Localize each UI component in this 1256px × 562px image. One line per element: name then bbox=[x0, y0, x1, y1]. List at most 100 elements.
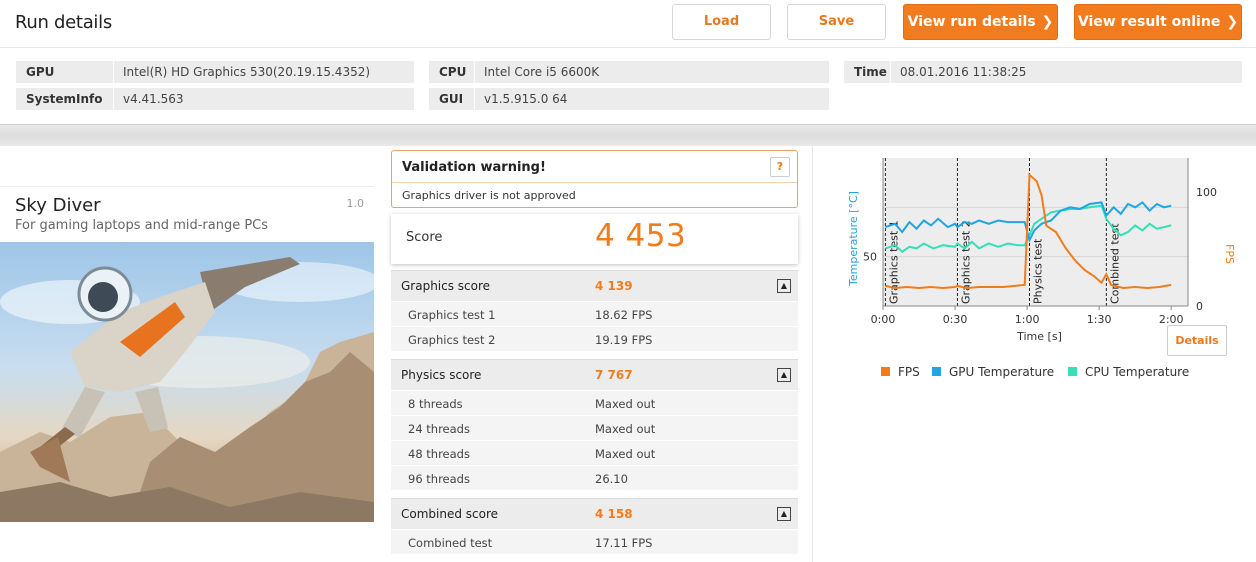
row-label: 8 threads bbox=[408, 397, 463, 411]
total-score-box: Score 4 453 bbox=[391, 214, 798, 264]
legend-item-fps: FPS bbox=[881, 365, 920, 379]
graphics-score-value: 4 139 bbox=[595, 279, 633, 293]
table-row: Combined test 17.11 FPS bbox=[391, 529, 798, 554]
cpu-value: Intel Core i5 6600K bbox=[484, 65, 600, 79]
row-value: 18.62 FPS bbox=[595, 308, 653, 322]
benchmark-panel: Sky Diver For gaming laptops and mid-ran… bbox=[0, 146, 390, 562]
table-row: 24 threads Maxed out bbox=[391, 415, 798, 440]
gui-info: GUI v1.5.915.0 64 bbox=[429, 88, 829, 110]
gpu-info: GPU Intel(R) HD Graphics 530(20.19.15.43… bbox=[16, 61, 414, 83]
x-tick-label: 0:30 bbox=[943, 313, 968, 326]
legend-item-gpu: GPU Temperature bbox=[932, 365, 1054, 379]
table-row: Graphics test 2 19.19 FPS bbox=[391, 326, 798, 351]
legend-label: CPU Temperature bbox=[1085, 365, 1190, 379]
view-result-online-label: View result online bbox=[1077, 14, 1221, 30]
table-row: 96 threads 26.10 bbox=[391, 465, 798, 490]
row-label: 96 threads bbox=[408, 472, 470, 486]
collapse-toggle-icon[interactable]: ▲ bbox=[777, 368, 791, 382]
row-value: 19.19 FPS bbox=[595, 333, 653, 347]
help-button[interactable]: ? bbox=[770, 157, 790, 177]
benchmark-image bbox=[0, 242, 374, 522]
time-info: Time 08.01.2016 11:38:25 bbox=[844, 61, 1242, 83]
system-info-strip: GPU Intel(R) HD Graphics 530(20.19.15.43… bbox=[0, 48, 1256, 124]
gui-key: GUI bbox=[439, 92, 464, 106]
physics-score-header: Physics score 7 767 ▲ bbox=[391, 359, 798, 390]
x-tick-label: 1:30 bbox=[1087, 313, 1112, 326]
view-run-details-button[interactable]: View run details ❯ bbox=[903, 4, 1058, 40]
results-panel: Validation warning! ? Graphics driver is… bbox=[390, 146, 800, 562]
load-button[interactable]: Load bbox=[672, 4, 771, 40]
header-bar: Run details Load Save View run details ❯ … bbox=[0, 0, 1256, 48]
benchmark-version: 1.0 bbox=[346, 197, 365, 210]
collapse-toggle-icon[interactable]: ▲ bbox=[777, 279, 791, 293]
row-label: Graphics test 1 bbox=[408, 308, 496, 322]
row-label: 24 threads bbox=[408, 422, 470, 436]
score-value: 4 453 bbox=[595, 218, 687, 254]
legend-label: GPU Temperature bbox=[949, 365, 1055, 379]
gpu-value: Intel(R) HD Graphics 530(20.19.15.4352) bbox=[123, 65, 371, 79]
cpu-key: CPU bbox=[439, 65, 467, 79]
gpu-key: GPU bbox=[26, 65, 55, 79]
combined-score-header: Combined score 4 158 ▲ bbox=[391, 498, 798, 529]
section-label: Graphics test 2 bbox=[959, 220, 972, 304]
fps-swatch bbox=[881, 367, 890, 376]
physics-score-label: Physics score bbox=[401, 368, 482, 382]
gui-value: v1.5.915.0 64 bbox=[484, 92, 568, 106]
sky-diver-illustration bbox=[0, 257, 374, 522]
y2-tick-label: 100 bbox=[1196, 186, 1217, 199]
row-label: Combined test bbox=[408, 536, 493, 550]
combined-score-section: Combined score 4 158 ▲ Combined test 17.… bbox=[391, 498, 798, 554]
graphics-score-header: Graphics score 4 139 ▲ bbox=[391, 270, 798, 301]
physics-score-section: Physics score 7 767 ▲ 8 threads Maxed ou… bbox=[391, 359, 798, 490]
time-value: 08.01.2016 11:38:25 bbox=[900, 65, 1027, 79]
table-row: 48 threads Maxed out bbox=[391, 440, 798, 465]
cpu-swatch bbox=[1068, 367, 1077, 376]
validation-warning: Validation warning! ? Graphics driver is… bbox=[391, 150, 798, 208]
chevron-right-icon: ❯ bbox=[1041, 14, 1054, 30]
warning-text: Graphics driver is not approved bbox=[402, 189, 576, 202]
row-value: 17.11 FPS bbox=[595, 536, 653, 550]
row-value: Maxed out bbox=[595, 447, 656, 461]
y-tick-label: 50 bbox=[863, 251, 877, 264]
row-label: 48 threads bbox=[408, 447, 470, 461]
x-tick-label: 0:00 bbox=[871, 313, 896, 326]
systeminfo-value: v4.41.563 bbox=[123, 92, 184, 106]
section-label: Physics test bbox=[1031, 238, 1044, 304]
x-axis-label: Time [s] bbox=[1016, 330, 1062, 343]
table-row: Graphics test 1 18.62 FPS bbox=[391, 301, 798, 326]
warning-title: Validation warning! bbox=[402, 160, 546, 175]
row-value: Maxed out bbox=[595, 397, 656, 411]
legend-item-cpu: CPU Temperature bbox=[1068, 365, 1189, 379]
gpu-swatch bbox=[932, 367, 941, 376]
graphics-score-label: Graphics score bbox=[401, 279, 491, 293]
graphics-score-section: Graphics score 4 139 ▲ Graphics test 1 1… bbox=[391, 270, 798, 351]
cpu-info: CPU Intel Core i5 6600K bbox=[429, 61, 829, 83]
y2-tick-label: 0 bbox=[1196, 300, 1203, 313]
time-key: Time bbox=[854, 65, 887, 79]
systeminfo-key: SystemInfo bbox=[26, 92, 103, 106]
physics-score-value: 7 767 bbox=[595, 368, 633, 382]
benchmark-header: Sky Diver For gaming laptops and mid-ran… bbox=[0, 186, 374, 242]
details-button[interactable]: Details bbox=[1167, 325, 1227, 356]
x-tick-label: 1:00 bbox=[1015, 313, 1040, 326]
view-result-online-button[interactable]: View result online ❯ bbox=[1074, 4, 1242, 40]
view-run-details-label: View run details bbox=[907, 14, 1036, 30]
collapse-toggle-icon[interactable]: ▲ bbox=[777, 507, 791, 521]
table-row: 8 threads Maxed out bbox=[391, 390, 798, 415]
combined-score-value: 4 158 bbox=[595, 507, 633, 521]
combined-score-label: Combined score bbox=[401, 507, 499, 521]
save-button[interactable]: Save bbox=[787, 4, 886, 40]
y-axis-label-right: FPS bbox=[1223, 244, 1236, 264]
systeminfo-info: SystemInfo v4.41.563 bbox=[16, 88, 414, 110]
row-label: Graphics test 2 bbox=[408, 333, 496, 347]
y-axis-label-left: Temperature [°C] bbox=[847, 191, 860, 287]
score-label: Score bbox=[406, 230, 443, 245]
benchmark-title: Sky Diver bbox=[15, 195, 101, 216]
monitoring-chart-panel: Graphics test 1 Graphics test 2 Physics te… bbox=[812, 146, 1256, 562]
row-value: Maxed out bbox=[595, 422, 656, 436]
divider-band bbox=[0, 124, 1256, 146]
section-label: Graphics test 1 bbox=[887, 220, 900, 304]
row-value: 26.10 bbox=[595, 472, 628, 486]
benchmark-subtitle: For gaming laptops and mid-range PCs bbox=[15, 218, 269, 233]
page-title: Run details bbox=[15, 12, 112, 33]
